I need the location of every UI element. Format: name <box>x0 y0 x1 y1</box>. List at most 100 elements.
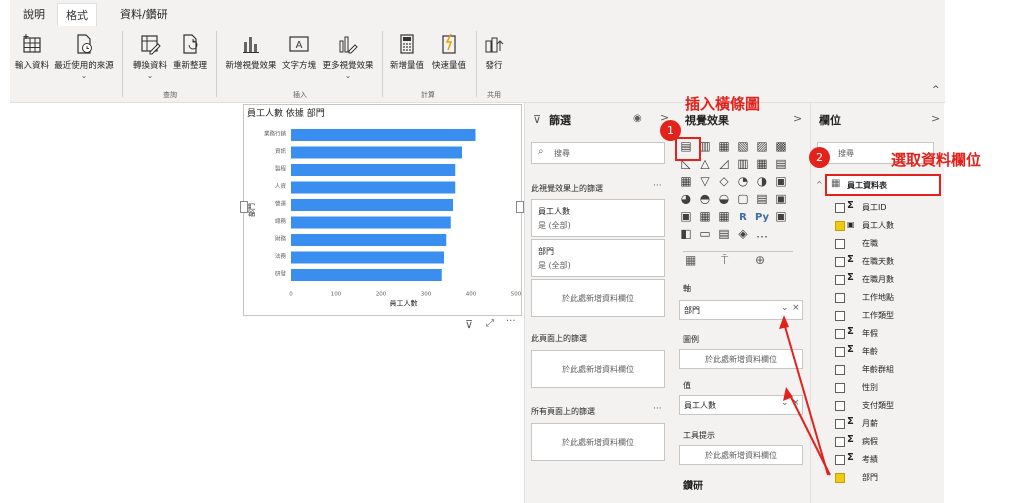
field-row[interactable]: 部門 <box>811 469 944 486</box>
field-row[interactable]: Σ 在職天數 <box>811 253 944 270</box>
tab-format[interactable]: 格式 <box>57 3 97 26</box>
field-checkbox[interactable] <box>835 203 845 213</box>
field-checkbox[interactable] <box>835 347 845 357</box>
group-label-insert: 插入 <box>293 91 307 99</box>
bar <box>291 251 444 264</box>
collapse-fields-icon[interactable]: > <box>931 112 940 125</box>
field-checkbox[interactable] <box>835 275 845 285</box>
field-checkbox[interactable] <box>835 473 845 483</box>
field-row[interactable]: Σ 年齡 <box>811 343 944 360</box>
field-row[interactable]: 工作類型 <box>811 307 944 324</box>
field-checkbox[interactable] <box>835 383 845 393</box>
field-row[interactable]: Σ 在職月數 <box>811 271 944 288</box>
field-row[interactable]: ▣ 員工人數 <box>811 217 944 234</box>
transform-data-label: 轉換資料 <box>132 61 167 71</box>
new-measure-button[interactable]: 新增量值 <box>386 33 428 71</box>
field-row[interactable]: Σ 月薪 <box>811 415 944 432</box>
field-row[interactable]: 性別 <box>811 379 944 396</box>
key-influencers-icon: ◧ <box>680 227 691 241</box>
field-checkbox[interactable] <box>835 419 845 429</box>
tooltip-well[interactable]: 於此處新增資料欄位 <box>679 445 803 465</box>
field-checkbox[interactable] <box>835 221 845 231</box>
more-options-icon[interactable]: ··· <box>506 316 516 327</box>
category-tick-label: 製程 <box>275 165 287 173</box>
sigma-icon: Σ <box>847 416 854 427</box>
category-tick-label: 資訊 <box>275 147 287 155</box>
add-visual-filter-well[interactable]: 於此處新增資料欄位 <box>531 279 665 317</box>
recent-sources-button[interactable]: 最近使用的來源 ⌄ <box>52 33 116 81</box>
chevron-down-icon[interactable]: ⌄ <box>147 71 154 80</box>
focus-mode-icon[interactable]: ⤢ <box>486 318 494 329</box>
text-box-button[interactable]: A 文字方塊 <box>279 33 319 71</box>
tab-help[interactable]: 說明 <box>23 6 45 22</box>
close-icon[interactable]: × <box>792 303 800 313</box>
funnel-icon: ⊽ <box>533 113 542 126</box>
field-checkbox[interactable] <box>835 257 845 267</box>
field-checkbox[interactable] <box>835 365 845 375</box>
step-2-badge: 2 <box>809 147 830 168</box>
x-tick-label: 100 <box>331 292 342 298</box>
chevron-down-icon[interactable]: ⌄ <box>345 71 352 80</box>
filters-search-input[interactable]: ⌕ 搜尋 <box>531 142 665 164</box>
field-checkbox[interactable] <box>835 311 845 321</box>
bar-chart-visual[interactable]: 員工人數 依據 部門 業務行銷 資訊 製程 人資 營運 總務 財務 法務 研發 0 100 200 30… <box>240 104 524 316</box>
field-checkbox[interactable] <box>835 455 845 465</box>
quick-measure-button[interactable]: 快速量值 <box>428 33 470 71</box>
field-checkbox[interactable] <box>835 401 845 411</box>
collapse-ribbon-icon[interactable]: ^ <box>932 85 940 95</box>
step-1-badge: 1 <box>660 120 681 141</box>
filter-icon[interactable]: ⊽ <box>465 318 473 331</box>
field-row[interactable]: Σ 員工ID <box>811 199 944 216</box>
table-node[interactable]: ▦ 員工資料表 <box>825 174 941 196</box>
chevron-down-icon[interactable]: ⌄ <box>781 398 789 408</box>
field-row[interactable]: Σ 病假 <box>811 433 944 450</box>
field-row[interactable]: 年齡群組 <box>811 361 944 378</box>
field-checkbox[interactable] <box>835 239 845 249</box>
collapse-visualizations-icon[interactable]: > <box>793 112 802 125</box>
field-checkbox[interactable] <box>835 329 845 339</box>
more-options-icon[interactable]: ··· <box>653 181 662 191</box>
divider <box>382 31 383 97</box>
more-visuals-button[interactable]: 更多視覺效果 ⌄ <box>319 33 377 81</box>
chevron-down-icon[interactable]: ⌄ <box>81 71 88 80</box>
publish-button[interactable]: 發行 <box>480 33 508 71</box>
field-row[interactable]: 工作地點 <box>811 289 944 306</box>
field-row[interactable]: 支付類型 <box>811 397 944 414</box>
transform-data-button[interactable]: 轉換資料 ⌄ <box>130 33 170 81</box>
chevron-down-icon[interactable]: ⌄ <box>781 303 789 313</box>
fields-tab-icon[interactable]: ▦ <box>685 253 696 267</box>
smart-narrative-icon: ▤ <box>718 227 729 241</box>
axis-well[interactable]: 部門 ⌄ × <box>679 300 803 320</box>
bar <box>291 164 456 176</box>
paginated-icon: ◈ <box>738 227 748 241</box>
enter-data-button[interactable]: 輸入資料 <box>14 33 50 71</box>
add-field-placeholder: 於此處新增資料欄位 <box>562 294 634 303</box>
collapse-table-icon[interactable]: ^ <box>816 180 823 189</box>
field-row[interactable]: Σ 年假 <box>811 325 944 342</box>
visualizations-pane: 插入橫條圖 視覺效果 > ▤ ▥ ▦ ▧ ▨ ▩ ◺ △ ◿ ▥ ▦ ▤ ▦ ▽ ◇ ◔ ◑ ▣ ◕ ◓ ◒ ▢ ▤ ▣ ▣ ▦ ▦… <box>660 95 811 503</box>
field-checkbox[interactable] <box>835 293 845 303</box>
more-options-icon[interactable]: ··· <box>653 404 662 414</box>
new-visual-button[interactable]: 新增視覺效果 <box>223 33 279 71</box>
resize-handle[interactable] <box>240 201 248 213</box>
recent-file-icon <box>77 34 92 54</box>
category-tick-label: 人資 <box>275 182 287 190</box>
bar <box>291 146 462 159</box>
value-well[interactable]: 員工人數 ⌄ × <box>679 395 803 415</box>
field-row[interactable]: Σ 考績 <box>811 451 944 468</box>
field-row[interactable]: 在職 <box>811 235 944 252</box>
area-icon: △ <box>700 157 710 171</box>
analytics-icon[interactable]: ⊕ <box>755 253 765 267</box>
refresh-button[interactable]: 重新整理 <box>170 33 210 71</box>
field-checkbox[interactable] <box>835 437 845 447</box>
filter-card-headcount[interactable]: 員工人數 是 (全部) <box>531 199 665 237</box>
eye-icon[interactable]: ◉ <box>633 113 642 124</box>
add-report-filter-well[interactable]: 於此處新增資料欄位 <box>531 423 665 461</box>
resize-handle[interactable] <box>516 201 524 213</box>
tab-data-drill[interactable]: 資料/鑽研 <box>120 6 168 22</box>
legend-well[interactable]: 於此處新增資料欄位 <box>679 349 803 369</box>
filter-card-department[interactable]: 部門 是 (全部) <box>531 239 665 277</box>
format-paint-icon[interactable]: ⍑ <box>721 253 728 268</box>
add-page-filter-well[interactable]: 於此處新增資料欄位 <box>531 350 665 388</box>
close-icon[interactable]: × <box>792 398 800 408</box>
